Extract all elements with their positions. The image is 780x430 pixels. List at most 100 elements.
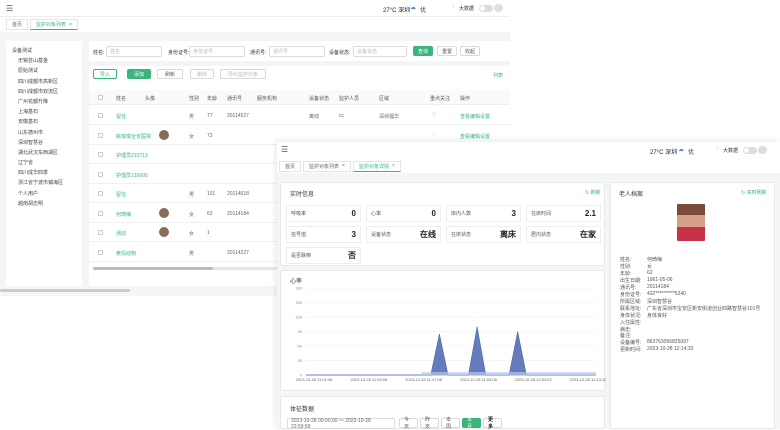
tree-item[interactable]: 山东德州市 <box>10 129 78 139</box>
row-checkbox[interactable] <box>98 171 103 177</box>
device-select[interactable]: 设备状态 <box>353 46 407 57</box>
add-button[interactable]: 添加 <box>127 69 151 79</box>
tab-ward-detail[interactable]: 监护对象详情 × <box>352 160 401 172</box>
row-phone: 20114227 <box>227 249 249 256</box>
tab-home[interactable]: 首页 <box>6 19 29 30</box>
row-checkbox[interactable] <box>98 191 103 196</box>
row-action[interactable]: 编辑 <box>470 113 480 120</box>
heart-rate-area <box>306 326 596 376</box>
profile-refresh[interactable]: ↻ 实时刷新 <box>741 189 767 196</box>
tree-item[interactable]: 安徽基石 <box>10 118 78 128</box>
heart-icon[interactable]: ♡ <box>432 132 436 138</box>
row-name[interactable]: 黄玛动物 <box>116 250 136 257</box>
export-button[interactable]: 导出监护对象 <box>220 69 266 79</box>
realtime-refresh[interactable]: ↻ 刷新 <box>585 189 601 196</box>
delete-button[interactable]: 删除 <box>190 69 214 79</box>
tree-item[interactable]: 四川成都市双流区 <box>10 88 78 98</box>
reset-button[interactable]: 重置 <box>437 46 457 56</box>
range-button[interactable]: 本月 <box>462 417 481 430</box>
id-input[interactable]: 身份证号 <box>189 46 245 57</box>
menu-icon[interactable]: ☰ <box>6 4 13 13</box>
tree-item[interactable]: 深圳智慧谷 <box>10 139 78 149</box>
refresh-button[interactable]: 刷新 <box>157 69 183 79</box>
tree-item[interactable]: 上海基石 <box>10 108 78 118</box>
tree-item[interactable]: 四川成华四季 <box>10 169 78 179</box>
range-button[interactable]: 更多 <box>483 417 502 430</box>
table-row[interactable]: 留住 男 77 20114527 离线 cc 深圳福华 ♡ 查看 编辑 设置 <box>89 106 510 125</box>
profile-value: 1961-05-06 <box>647 276 673 283</box>
avatar[interactable] <box>494 4 503 12</box>
range-button[interactable]: 昨天 <box>420 417 439 430</box>
tree-item[interactable]: 辽宁省 <box>10 159 78 169</box>
row-name[interactable]: 留住 <box>116 113 126 120</box>
row-checkbox[interactable] <box>98 113 103 118</box>
air-quality: 优 <box>688 150 695 156</box>
theme-toggle[interactable] <box>479 5 493 12</box>
stat-label: 心率 <box>371 211 382 217</box>
select-all-checkbox[interactable] <box>98 95 103 100</box>
range-button[interactable]: 今天 <box>399 417 418 430</box>
profile-value: 何琦梅 <box>647 257 663 263</box>
row-action[interactable]: 设置 <box>480 113 490 120</box>
menu-icon[interactable]: ☰ <box>281 145 288 154</box>
tree-item[interactable]: 广州花都升降 <box>10 98 78 108</box>
avatar[interactable] <box>758 146 767 154</box>
tab-home[interactable]: 首页 <box>279 160 302 172</box>
import-button[interactable]: 导入 <box>93 69 117 79</box>
profile-key: 联系地址: <box>620 305 642 312</box>
row-checkbox[interactable] <box>98 230 103 235</box>
row-checkbox[interactable] <box>98 249 103 255</box>
collapse-button[interactable]: 收起 <box>460 46 480 56</box>
search-button[interactable]: 查询 <box>413 46 433 56</box>
zoom-slider[interactable] <box>422 372 596 375</box>
row-checkbox[interactable] <box>98 152 103 157</box>
theme-toggle[interactable] <box>743 147 757 154</box>
phone-input[interactable]: 通讯号 <box>269 46 325 57</box>
tree-item[interactable]: 原始测试 <box>10 67 78 77</box>
tab-ward-list[interactable]: 监护对象列表 × <box>303 160 351 172</box>
tree-item[interactable]: 浙江省宁波市镇海区 <box>10 179 78 189</box>
tree-item[interactable]: 越南胡志明 <box>10 200 78 210</box>
back-tabs: 首页 监护对象列表 × <box>0 17 510 32</box>
row-name[interactable]: 姚琪琪全省医院 <box>116 133 151 140</box>
row-name[interactable]: 护理员210605 <box>116 172 148 179</box>
row-action[interactable]: 查看 <box>460 133 470 140</box>
column-header: 设备状态 <box>309 96 330 102</box>
stat-label: 在床时间 <box>531 211 552 217</box>
page-scrollbar[interactable] <box>0 289 130 292</box>
tab-ward-list[interactable]: 监护对象列表 × <box>30 19 78 30</box>
profile-photo <box>677 204 705 241</box>
chart-icon[interactable]: ⫶ <box>453 4 454 10</box>
list-link[interactable]: 列表 <box>493 72 503 79</box>
row-action[interactable]: 编辑 <box>470 133 480 140</box>
weather-text: 27°C 深圳 <box>650 150 678 156</box>
row-name[interactable]: 护理员210713 <box>116 152 148 159</box>
tree-item[interactable]: 个人用户 <box>10 190 78 200</box>
profile-key: 所属区域: <box>620 298 642 305</box>
row-checkbox[interactable] <box>98 210 103 216</box>
chart-icon[interactable]: ⫶ <box>717 146 718 152</box>
tree-item[interactable]: 设备测试 <box>10 47 78 57</box>
big-screen-link[interactable]: 大数据 <box>723 147 738 154</box>
close-icon[interactable]: × <box>392 163 395 169</box>
close-icon[interactable]: × <box>342 163 345 169</box>
heart-icon[interactable]: ♡ <box>432 112 436 118</box>
close-icon[interactable]: × <box>69 22 72 28</box>
big-screen-link[interactable]: 大数据 <box>459 5 474 12</box>
row-checkbox[interactable] <box>98 132 103 138</box>
tree-item[interactable]: 无锡芸山基金 <box>10 57 78 67</box>
date-range-input[interactable]: 2023-10-28 00:00:00 ～ 2023-10-28 23:59:5… <box>287 418 395 430</box>
row-action[interactable]: 查看 <box>460 113 470 120</box>
stat-card: 居内状态 在家 <box>526 226 601 243</box>
row-name[interactable]: 留住 <box>116 191 126 198</box>
tree-item[interactable]: 四川成都市高新区 <box>10 78 78 88</box>
stat-card: 在床状态 离床 <box>446 226 521 243</box>
tree-item[interactable]: 湖北武汉东西湖区 <box>10 149 78 159</box>
range-button[interactable]: 本周 <box>441 417 460 430</box>
region-tree: 设备测试 无锡芸山基金 原始测试 四川成都市高新区 四川成都市双流区 广州花都升降 上海基石… <box>6 41 82 286</box>
name-input[interactable]: 姓名 <box>106 46 162 57</box>
row-name[interactable]: 何琦梅 <box>116 211 131 218</box>
row-name[interactable]: 测动 <box>116 230 126 237</box>
row-action[interactable]: 设置 <box>480 133 490 140</box>
cloud-icon: ☁ <box>678 147 684 153</box>
